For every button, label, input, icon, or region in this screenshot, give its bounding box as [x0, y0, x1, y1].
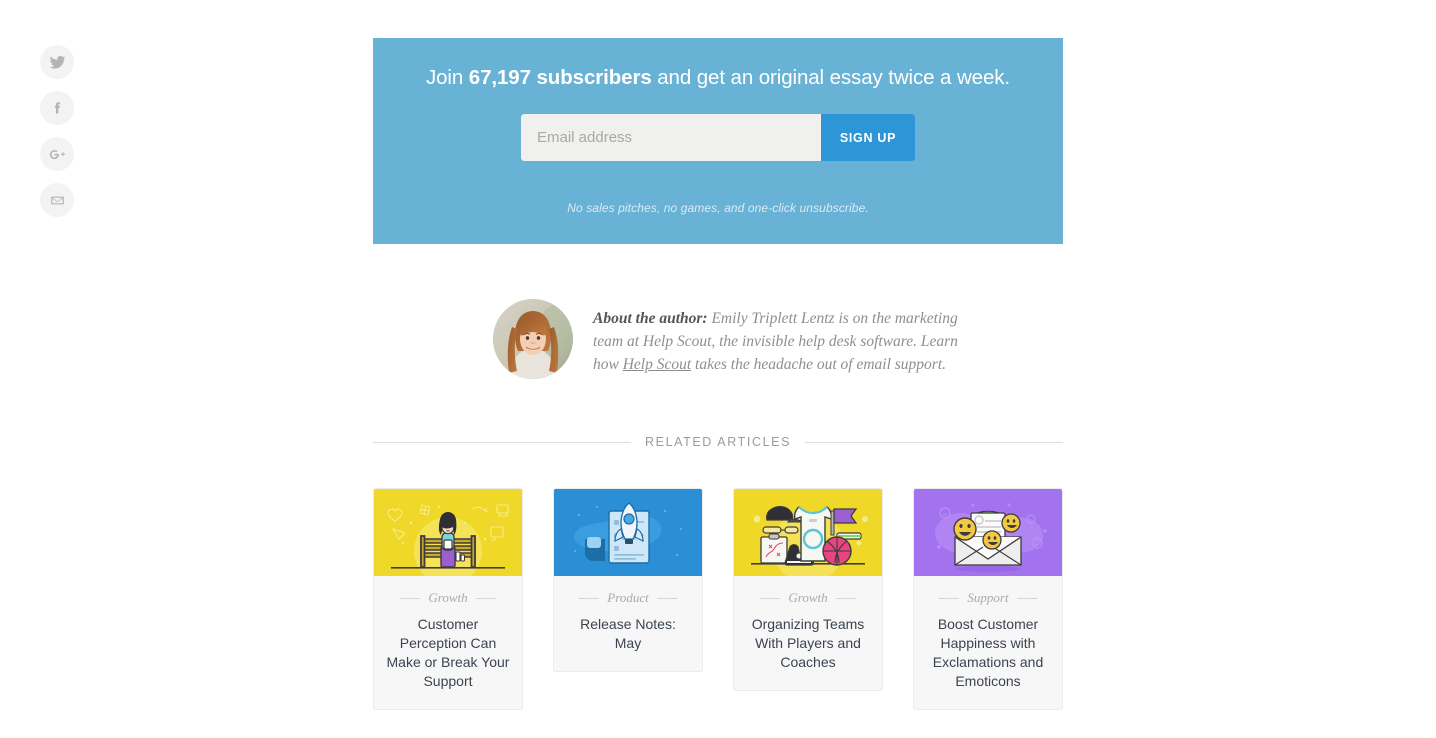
category-dash-right — [835, 597, 856, 599]
social-share-rail — [40, 45, 74, 217]
divider-right — [805, 441, 1064, 443]
divider-left — [373, 441, 631, 443]
article-title[interactable]: Release Notes: May — [565, 615, 691, 653]
article-category-row: Support — [925, 590, 1051, 606]
article-title[interactable]: Organizing Teams With Players and Coache… — [745, 615, 871, 672]
signup-form: SIGN UP — [521, 114, 915, 161]
facebook-icon — [54, 101, 60, 113]
subscriber-count: 67,197 subscribers — [468, 66, 652, 89]
signup-submit-button[interactable]: SIGN UP — [821, 114, 915, 161]
category-dash-right — [475, 597, 496, 599]
signup-headline-suffix: and get an original essay twice a week. — [651, 66, 1010, 89]
article-thumbnail — [374, 489, 522, 576]
share-googleplus-button[interactable] — [40, 137, 74, 171]
article-category: Growth — [428, 590, 468, 605]
category-dash-left — [579, 597, 600, 599]
category-dash-left — [760, 597, 781, 599]
article-thumbnail — [914, 489, 1062, 576]
signup-disclaimer: No sales pitches, no games, and one-clic… — [567, 201, 869, 215]
article-card-body: Product Release Notes: May — [554, 576, 702, 671]
category-dash-left — [939, 597, 960, 599]
category-dash-right — [1016, 597, 1037, 599]
article-card[interactable]: Product Release Notes: May — [553, 488, 703, 672]
related-articles-header: RELATED ARTICLES — [373, 435, 1064, 449]
share-twitter-button[interactable] — [40, 45, 74, 79]
article-category-row: Product — [565, 590, 691, 606]
email-icon — [50, 196, 64, 204]
article-card[interactable]: Growth Organizing Teams With Players and… — [733, 488, 883, 691]
category-dash-left — [400, 597, 421, 599]
share-email-button[interactable] — [40, 183, 74, 217]
newsletter-signup-banner: Join 67,197 subscribers and get an origi… — [373, 38, 1063, 244]
share-facebook-button[interactable] — [40, 91, 74, 125]
article-category-row: Growth — [745, 590, 871, 606]
article-thumbnail — [734, 489, 882, 576]
article-card-body: Growth Organizing Teams With Players and… — [734, 576, 882, 690]
twitter-icon — [49, 55, 66, 69]
article-card[interactable]: Growth Customer Perception Can Make or B… — [373, 488, 523, 710]
article-card-body: Support Boost Customer Happiness with Ex… — [914, 576, 1062, 709]
rocket-document-illustration — [554, 489, 702, 576]
sports-gear-illustration — [734, 489, 882, 576]
article-title[interactable]: Customer Perception Can Make or Break Yo… — [385, 615, 511, 691]
article-category: Growth — [788, 590, 828, 605]
signup-headline-prefix: Join — [425, 66, 469, 89]
page-root: Join 67,197 subscribers and get an origi… — [0, 0, 1436, 738]
author-bio-after-link: takes the headache out of email support. — [691, 356, 947, 373]
envelope-emoticons-illustration — [914, 489, 1062, 576]
author-bio-lead: About the author: — [593, 310, 708, 327]
help-scout-link[interactable]: Help Scout — [623, 356, 691, 373]
email-input[interactable] — [521, 114, 821, 161]
author-bio: About the author: Emily Triplett Lentz i… — [493, 299, 963, 379]
article-card[interactable]: Support Boost Customer Happiness with Ex… — [913, 488, 1063, 710]
article-thumbnail — [554, 489, 702, 576]
woman-on-bench-illustration — [374, 489, 522, 576]
author-bio-text: About the author: Emily Triplett Lentz i… — [593, 299, 963, 376]
article-card-body: Growth Customer Perception Can Make or B… — [374, 576, 522, 709]
author-photo — [493, 299, 573, 379]
article-category-row: Growth — [385, 590, 511, 606]
author-avatar — [493, 299, 573, 379]
article-title[interactable]: Boost Customer Happiness with Exclamatio… — [925, 615, 1051, 691]
related-articles-title: RELATED ARTICLES — [645, 435, 792, 449]
signup-headline: Join 67,197 subscribers and get an origi… — [373, 64, 1063, 92]
article-category: Support — [967, 590, 1009, 605]
article-category: Product — [607, 590, 649, 605]
google-plus-icon — [49, 149, 65, 159]
related-articles-list: Growth Customer Perception Can Make or B… — [373, 488, 1063, 710]
category-dash-right — [656, 597, 677, 599]
